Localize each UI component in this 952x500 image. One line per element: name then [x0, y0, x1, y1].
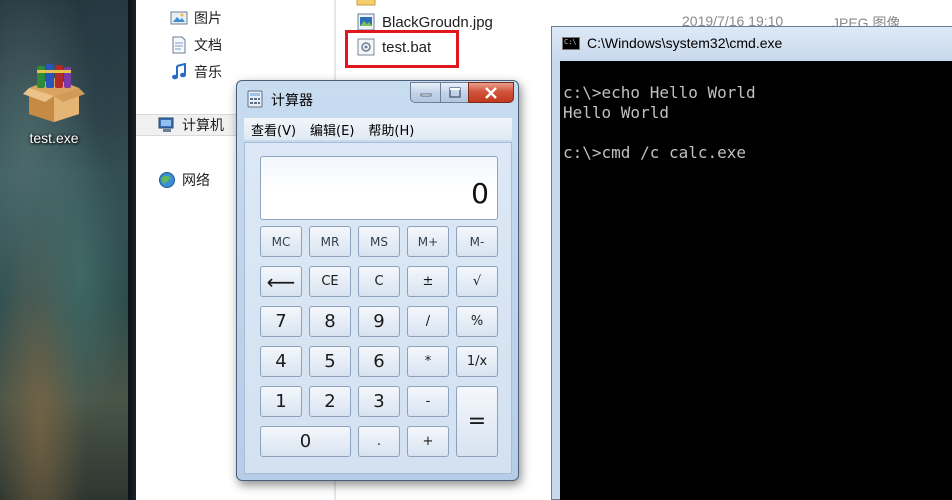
console-line: c:\>cmd /c calc.exe: [563, 143, 747, 162]
nav-item-label: 图片: [194, 10, 222, 26]
m-minus-button[interactable]: M-: [456, 226, 498, 257]
package-icon: [23, 64, 85, 122]
digit-6-button[interactable]: 6: [358, 346, 400, 377]
documents-icon: [172, 36, 186, 54]
menu-view[interactable]: 查看(V): [244, 120, 303, 139]
cmd-titlebar[interactable]: C:\ C:\Windows\system32\cmd.exe: [552, 27, 952, 61]
console-line: Hello World: [563, 103, 669, 122]
m-plus-button[interactable]: M+: [407, 226, 449, 257]
highlight-box: [345, 30, 459, 68]
plus-minus-button[interactable]: ±: [407, 266, 449, 297]
desktop-edge: [128, 0, 136, 500]
ce-button[interactable]: CE: [309, 266, 351, 297]
cmd-icon-text: C:\: [564, 38, 577, 46]
backspace-button[interactable]: ⟵: [260, 266, 302, 297]
file-name: BlackGroudn.jpg: [382, 13, 493, 31]
network-icon: [159, 172, 175, 188]
digit-3-button[interactable]: 3: [358, 386, 400, 417]
nav-item-music[interactable]: 音乐: [170, 61, 222, 83]
cmd-app-icon: C:\: [562, 37, 580, 50]
nav-item-label: 音乐: [194, 64, 222, 80]
nav-item-label: 文档: [194, 37, 222, 53]
percent-button[interactable]: %: [456, 306, 498, 337]
calculator-window: 计算器 查看(V) 编辑(E) 帮助(H) 0 MC MR MS M+ M- ⟵: [236, 80, 519, 481]
calculator-app-icon: [247, 90, 263, 108]
digit-7-button[interactable]: 7: [260, 306, 302, 337]
cmd-console[interactable]: c:\>echo Hello World Hello World c:\>cmd…: [560, 61, 952, 500]
digit-2-button[interactable]: 2: [309, 386, 351, 417]
plus-button[interactable]: +: [407, 426, 449, 457]
close-button[interactable]: [468, 82, 514, 103]
nav-item-network[interactable]: 网络: [158, 169, 210, 191]
computer-icon: [158, 117, 174, 132]
calculator-display: 0: [260, 156, 498, 220]
folder-icon: [356, 0, 376, 6]
multiply-button[interactable]: *: [407, 346, 449, 377]
reciprocal-button[interactable]: 1/x: [456, 346, 498, 377]
pictures-icon: [170, 11, 188, 25]
cmd-title: C:\Windows\system32\cmd.exe: [587, 35, 783, 51]
sqrt-button[interactable]: √: [456, 266, 498, 297]
calculator-body: 0 MC MR MS M+ M- ⟵ CE C ± √ 7 8 9 / % 4 …: [244, 142, 512, 474]
digit-4-button[interactable]: 4: [260, 346, 302, 377]
nav-item-pictures[interactable]: 图片: [170, 7, 222, 29]
mr-button[interactable]: MR: [309, 226, 351, 257]
digit-8-button[interactable]: 8: [309, 306, 351, 337]
nav-item-documents[interactable]: 文档: [170, 34, 222, 56]
equals-button[interactable]: =: [456, 386, 498, 457]
maximize-button[interactable]: [440, 82, 468, 103]
image-file-icon: [357, 13, 375, 31]
digit-1-button[interactable]: 1: [260, 386, 302, 417]
desktop-icon-test-exe[interactable]: test.exe: [18, 64, 90, 146]
console-line: c:\>echo Hello World: [563, 83, 756, 102]
calculator-menubar: 查看(V) 编辑(E) 帮助(H): [244, 118, 512, 140]
nav-item-label: 计算机: [182, 117, 224, 133]
decimal-button[interactable]: .: [358, 426, 400, 457]
mc-button[interactable]: MC: [260, 226, 302, 257]
display-value: 0: [471, 177, 489, 210]
minimize-icon: [420, 93, 431, 96]
nav-item-label: 网络: [182, 172, 210, 188]
divide-button[interactable]: /: [407, 306, 449, 337]
music-icon: [172, 63, 186, 80]
desktop-icon-label: test.exe: [29, 130, 79, 146]
minus-button[interactable]: -: [407, 386, 449, 417]
file-row-partial[interactable]: [356, 0, 382, 10]
cmd-window: C:\ C:\Windows\system32\cmd.exe c:\>echo…: [551, 26, 952, 500]
digit-0-button[interactable]: 0: [260, 426, 351, 457]
menu-help[interactable]: 帮助(H): [361, 120, 421, 139]
menu-edit[interactable]: 编辑(E): [303, 120, 361, 139]
calculator-titlebar[interactable]: 计算器: [237, 81, 518, 115]
digit-5-button[interactable]: 5: [309, 346, 351, 377]
close-icon: [485, 86, 497, 99]
window-controls: [410, 82, 514, 103]
ms-button[interactable]: MS: [358, 226, 400, 257]
maximize-icon: [448, 86, 461, 98]
calculator-title: 计算器: [271, 93, 313, 109]
minimize-button[interactable]: [410, 82, 440, 103]
digit-9-button[interactable]: 9: [358, 306, 400, 337]
c-button[interactable]: C: [358, 266, 400, 297]
